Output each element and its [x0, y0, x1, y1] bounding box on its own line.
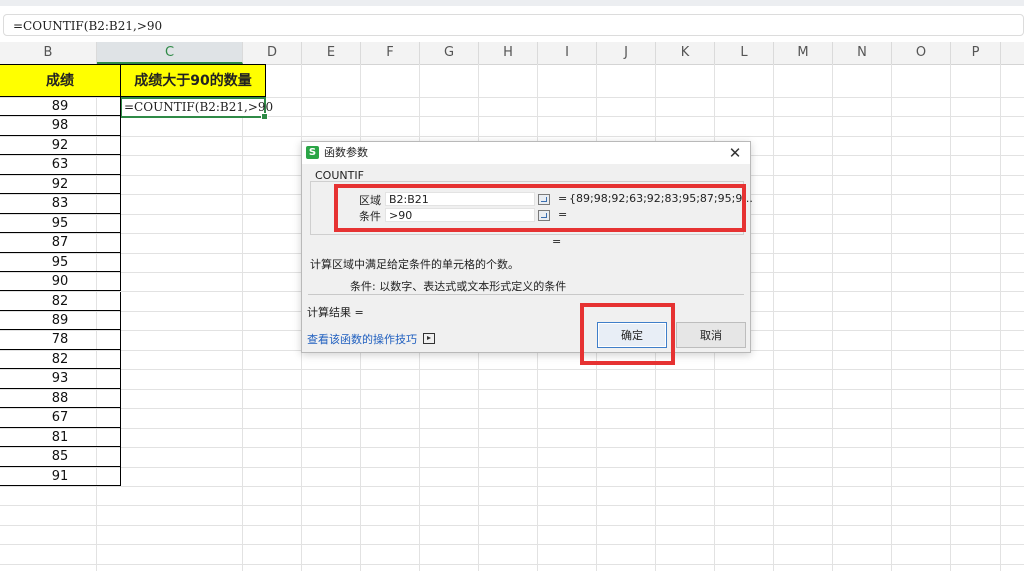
highlight-box-arguments	[334, 184, 746, 232]
column-header-m[interactable]: M	[774, 42, 833, 64]
column-header-h[interactable]: H	[479, 42, 538, 64]
grid-hline	[0, 544, 1024, 545]
function-arguments-dialog: S 函数参数 ✕ COUNTIF 区域 B2:B21 = {89;98;92;6…	[301, 141, 753, 353]
calc-result-label: 计算结果 =	[307, 306, 364, 319]
function-result-equals: =	[552, 235, 562, 248]
active-cell-text: =COUNTIF(B2:B21,>90	[124, 100, 274, 114]
grid-vline	[950, 64, 951, 571]
column-header-g[interactable]: G	[420, 42, 479, 64]
dialog-title: 函数参数	[324, 146, 368, 159]
grid-vline	[773, 64, 774, 571]
grid-vline	[832, 64, 833, 571]
column-header-o[interactable]: O	[892, 42, 951, 64]
grid-hline	[0, 486, 1024, 487]
score-cell[interactable]: 95	[0, 213, 121, 234]
window-top-strip	[0, 0, 1024, 6]
grid-hline	[0, 505, 1024, 506]
score-cell[interactable]: 92	[0, 135, 121, 156]
score-cell[interactable]: 98	[0, 116, 121, 136]
column-header-p[interactable]: P	[951, 42, 1001, 64]
grid-hline	[0, 136, 1024, 137]
column-header-n[interactable]: N	[833, 42, 892, 64]
help-link-text[interactable]: 查看该函数的操作技巧	[307, 333, 417, 346]
score-cell[interactable]: 90	[0, 272, 121, 292]
score-cell[interactable]: 91	[0, 466, 121, 486]
column-headers: BCDEFGHIJKLMNOP	[0, 42, 1024, 65]
column-header-j[interactable]: J	[597, 42, 656, 64]
column-header-k[interactable]: K	[656, 42, 715, 64]
grid-hline	[0, 389, 1024, 390]
column-header-b[interactable]: B	[0, 42, 97, 64]
video-play-icon[interactable]	[423, 333, 435, 344]
score-cell[interactable]: 63	[0, 155, 121, 175]
divider	[308, 294, 744, 295]
grid-hline	[0, 369, 1024, 370]
score-cell[interactable]: 82	[0, 349, 121, 370]
score-cell[interactable]: 85	[0, 447, 121, 467]
active-cell-c2[interactable]: =COUNTIF(B2:B21,>90	[120, 97, 273, 120]
help-link[interactable]: 查看该函数的操作技巧	[307, 331, 435, 347]
grid-vline	[891, 64, 892, 571]
grid-hline	[0, 408, 1024, 409]
column-header-i[interactable]: I	[538, 42, 597, 64]
wps-app-icon: S	[306, 146, 319, 159]
score-cell[interactable]: 88	[0, 388, 121, 409]
score-cell[interactable]: 87	[0, 233, 121, 253]
column-header-c[interactable]: C	[97, 42, 243, 64]
grid-hline	[0, 564, 1024, 565]
score-cell[interactable]: 83	[0, 194, 121, 214]
highlight-box-ok	[580, 303, 675, 365]
header-cell-c[interactable]: 成绩大于90的数量	[120, 64, 266, 97]
close-icon[interactable]: ✕	[726, 144, 744, 162]
column-header-l[interactable]: L	[715, 42, 774, 64]
score-cell[interactable]: 82	[0, 291, 121, 311]
score-cell[interactable]: 81	[0, 427, 121, 448]
grid-vline	[1000, 64, 1001, 571]
fill-handle[interactable]	[261, 113, 268, 120]
grid-hline	[0, 467, 1024, 468]
grid-vline	[242, 64, 243, 571]
score-cell[interactable]: 93	[0, 369, 121, 389]
header-cell-b[interactable]: 成绩	[0, 64, 121, 97]
grid-hline	[0, 447, 1024, 448]
function-description: 计算区域中满足给定条件的单元格的个数。	[310, 258, 519, 271]
cancel-button[interactable]: 取消	[676, 322, 746, 348]
grid-hline	[0, 525, 1024, 526]
grid-hline	[0, 428, 1024, 429]
score-cell[interactable]: 67	[0, 408, 121, 428]
column-header-d[interactable]: D	[243, 42, 302, 64]
score-cell[interactable]: 92	[0, 174, 121, 195]
score-cell[interactable]: 89	[0, 97, 121, 117]
column-header-e[interactable]: E	[302, 42, 361, 64]
parameter-description: 条件: 以数字、表达式或文本形式定义的条件	[350, 280, 567, 293]
dialog-titlebar[interactable]: S 函数参数 ✕	[302, 142, 750, 164]
column-header-f[interactable]: F	[361, 42, 420, 64]
formula-bar[interactable]: =COUNTIF(B2:B21,>90	[3, 14, 1024, 36]
score-cell[interactable]: 78	[0, 330, 121, 350]
score-cell[interactable]: 95	[0, 252, 121, 273]
score-cell[interactable]: 89	[0, 310, 121, 331]
